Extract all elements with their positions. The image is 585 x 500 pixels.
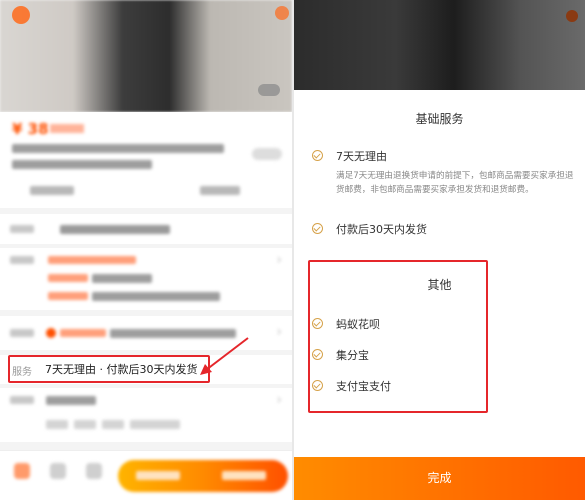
- camera-icon[interactable]: [258, 84, 280, 96]
- service-title-7day: 7天无理由: [336, 150, 387, 163]
- product-title-line-2: [12, 160, 152, 169]
- sheet-title: 基础服务: [415, 112, 464, 126]
- product-info-card: ¥ 38: [0, 112, 292, 208]
- sku-value: [46, 396, 96, 405]
- buy-buttons[interactable]: [118, 460, 288, 492]
- promotion-row[interactable]: ›: [0, 248, 292, 310]
- dimmed-product-image[interactable]: [294, 0, 585, 90]
- sales-info: [200, 186, 240, 195]
- sku-option-3[interactable]: [102, 420, 124, 429]
- product-detail-screen: ¥ 38 › › 服务 7天无理由 · 付款后30天内发货 ›: [0, 0, 292, 500]
- highlight-box-service: [8, 355, 210, 383]
- product-price: ¥ 38: [12, 120, 49, 138]
- sku-label: [10, 396, 34, 404]
- guarantee-tag: [60, 329, 106, 337]
- promotion-text-1: [92, 274, 152, 283]
- more-icon[interactable]: [275, 6, 289, 20]
- services-sheet-screen: 基础服务 7天无理由 满足7天无理由退换货申请的前提下，包邮商品需要买家承担退货…: [294, 0, 585, 500]
- promotion-tag-2: [48, 292, 88, 300]
- product-title-line-1: [12, 144, 224, 153]
- shipping-info: [30, 186, 74, 195]
- sku-option-1[interactable]: [46, 420, 68, 429]
- chevron-right-icon: ›: [276, 252, 282, 268]
- shop-icon[interactable]: [14, 463, 30, 479]
- add-to-cart-label: [136, 471, 180, 480]
- more-icon: [566, 10, 578, 22]
- done-button[interactable]: 完成: [294, 457, 585, 500]
- price-tag: [50, 124, 84, 133]
- buy-now-label: [222, 471, 266, 480]
- promotion-label: [10, 256, 34, 264]
- promotion-text-2: [92, 292, 220, 301]
- product-image[interactable]: [0, 0, 292, 112]
- guarantee-label: [10, 329, 34, 337]
- shipping-row[interactable]: [0, 214, 292, 244]
- highlight-box-other-services: [308, 260, 488, 413]
- chevron-right-icon: ›: [276, 324, 282, 340]
- back-icon[interactable]: [12, 6, 30, 24]
- favorite-icon[interactable]: [86, 463, 102, 479]
- check-circle-icon: [312, 223, 323, 234]
- promotion-tag-1: [48, 274, 88, 282]
- shipping-label: [10, 225, 34, 233]
- shipping-value: [60, 225, 170, 234]
- sku-option-4[interactable]: [130, 420, 180, 429]
- share-chip[interactable]: [252, 148, 282, 160]
- guarantee-icon: [46, 328, 56, 338]
- customer-service-icon[interactable]: [50, 463, 66, 479]
- chevron-right-icon: ›: [276, 392, 282, 408]
- service-title-shipping: 付款后30天内发货: [336, 223, 427, 236]
- annotation-arrow-icon: [200, 337, 249, 375]
- service-desc-7day: 满足7天无理由退换货申请的前提下，包邮商品需要买家承担退货邮费，非包邮商品需要买…: [336, 171, 574, 195]
- sku-row[interactable]: ›: [0, 388, 292, 442]
- check-circle-icon: [312, 150, 323, 161]
- sku-option-2[interactable]: [74, 420, 96, 429]
- promotion-line-1: [48, 256, 136, 264]
